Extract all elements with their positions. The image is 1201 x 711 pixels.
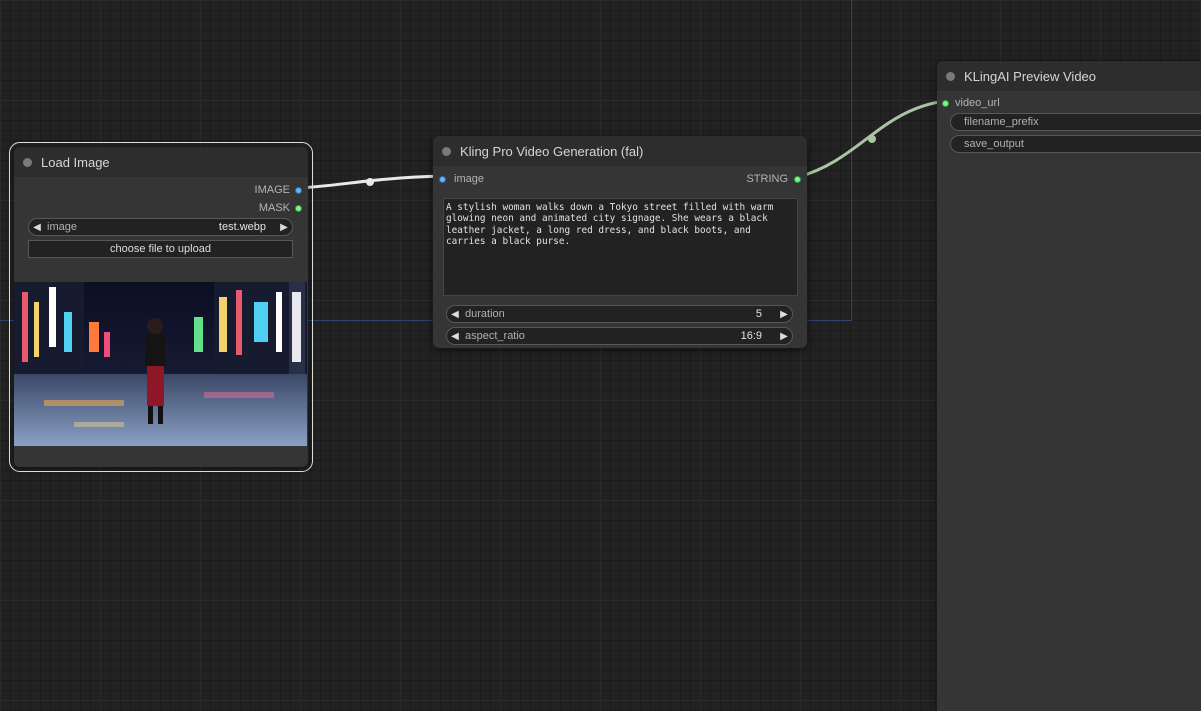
arrow-left-icon[interactable]: ◀ [447,309,463,320]
output-string-slot[interactable]: STRING [746,173,801,185]
tokyo-street-thumbnail [14,282,307,446]
output-mask-label: MASK [258,202,290,214]
load-image-title-bar[interactable]: Load Image [14,147,308,177]
output-image-dot-icon[interactable] [295,186,302,194]
kling-video-node[interactable]: Kling Pro Video Generation (fal) image S… [433,136,807,348]
aspect-ratio-label: aspect_ratio [465,330,525,342]
load-image-title: Load Image [41,154,110,170]
image-widget-value: test.webp [218,221,266,233]
load-image-node[interactable]: Load Image IMAGE MASK ◀ image test.webp … [9,142,313,472]
upload-button[interactable]: choose file to upload [28,240,293,258]
kling-title-bar[interactable]: Kling Pro Video Generation (fal) [433,136,807,166]
filename-prefix-label: filename_prefix [964,116,1039,128]
input-video-url-slot[interactable]: video_url [942,97,1000,109]
output-string-dot-icon[interactable] [794,175,801,183]
kling-title: Kling Pro Video Generation (fal) [460,143,644,159]
save-output-widget[interactable]: save_output [950,135,1201,153]
output-string-label: STRING [746,173,788,185]
output-image-slot[interactable]: IMAGE [255,184,302,196]
arrow-right-icon[interactable]: ▶ [276,222,292,233]
duration-value: 5 [755,308,762,320]
image-widget-label: image [47,221,77,233]
link-string-midpoint [868,135,876,143]
arrow-left-icon[interactable]: ◀ [29,222,45,233]
filename-prefix-widget[interactable]: filename_prefix [950,113,1201,131]
preview-title-bar[interactable]: KLingAI Preview Video [937,61,1201,91]
arrow-left-icon[interactable]: ◀ [447,331,463,342]
output-mask-slot[interactable]: MASK [259,202,302,214]
duration-label: duration [465,308,505,320]
input-image-label: image [454,173,484,185]
preview-video-node[interactable]: KLingAI Preview Video video_url filename… [937,61,1201,711]
collapse-dot-icon[interactable] [23,157,32,167]
input-image-dot-icon[interactable] [439,175,446,183]
arrow-right-icon[interactable]: ▶ [776,331,792,342]
output-image-label: IMAGE [254,184,290,196]
prompt-textarea[interactable]: A stylish woman walks down a Tokyo stree… [443,198,798,296]
input-video-url-label: video_url [955,97,1000,109]
image-combo-widget[interactable]: ◀ image test.webp ▶ [28,218,293,236]
collapse-dot-icon[interactable] [946,71,955,81]
input-video-url-dot-icon[interactable] [942,99,949,107]
arrow-right-icon[interactable]: ▶ [776,309,792,320]
input-image-slot[interactable]: image [439,173,484,185]
collapse-dot-icon[interactable] [442,146,451,156]
aspect-ratio-value: 16:9 [740,330,762,342]
duration-widget[interactable]: ◀ duration 5 ▶ [446,305,793,323]
output-mask-dot-icon[interactable] [295,204,302,212]
image-preview [14,282,307,446]
preview-title: KLingAI Preview Video [964,68,1097,84]
save-output-label: save_output [964,138,1024,150]
aspect-ratio-widget[interactable]: ◀ aspect_ratio 16:9 ▶ [446,327,793,345]
